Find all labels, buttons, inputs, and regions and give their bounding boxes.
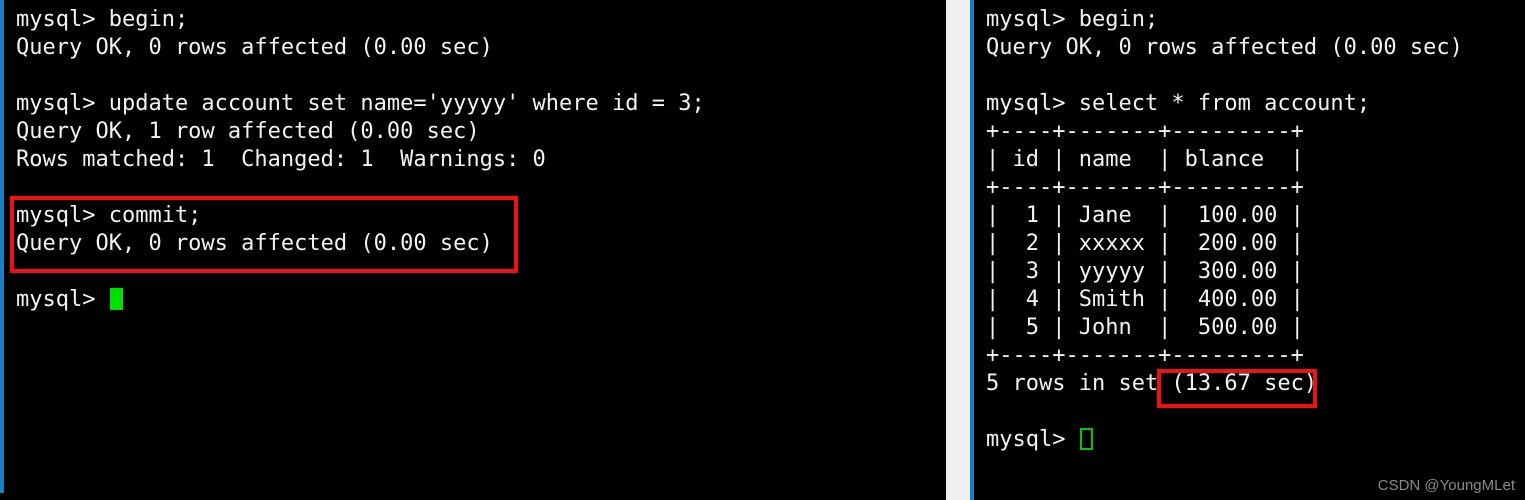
terminal-line: mysql> select * from account;: [986, 91, 1371, 116]
terminal-prompt-line-left[interactable]: mysql>: [16, 286, 946, 314]
terminal-line: Query OK, 0 rows affected (0.00 sec): [16, 35, 493, 60]
terminal-line: Query OK, 0 rows affected (0.00 sec): [16, 231, 493, 256]
terminal-line: mysql> begin;: [16, 7, 189, 32]
terminal-line: mysql> begin;: [986, 7, 1159, 32]
table-row: | 5 | John | 500.00 |: [986, 315, 1304, 340]
terminal-pane-right[interactable]: mysql> begin; Query OK, 0 rows affected …: [970, 0, 1525, 500]
terminal-output-right: mysql> begin; Query OK, 0 rows affected …: [986, 6, 1525, 500]
table-header-row: | id | name | blance |: [986, 147, 1304, 172]
query-result-summary: 5 rows in set (13.67 sec): [986, 371, 1318, 396]
table-row: | 2 | xxxxx | 200.00 |: [986, 231, 1304, 256]
table-row: | 4 | Smith | 400.00 |: [986, 287, 1304, 312]
table-separator: +----+-------+---------+: [986, 343, 1304, 368]
table-separator: +----+-------+---------+: [986, 119, 1304, 144]
table-row: | 3 | yyyyy | 300.00 |: [986, 259, 1304, 284]
watermark: CSDN @YoungMLet: [1377, 477, 1515, 494]
text-cursor-filled-icon: [109, 288, 123, 310]
terminal-prompt-right: mysql>: [986, 427, 1079, 452]
terminal-line: mysql> commit;: [16, 203, 202, 228]
terminal-line: mysql> update account set name='yyyyy' w…: [16, 91, 705, 116]
pane-divider: [946, 0, 970, 500]
table-separator: +----+-------+---------+: [986, 175, 1304, 200]
terminal-line: Query OK, 0 rows affected (0.00 sec): [986, 35, 1463, 60]
terminal-line: Rows matched: 1 Changed: 1 Warnings: 0: [16, 147, 546, 172]
text-cursor-hollow-icon: [1079, 428, 1093, 450]
terminal-line: Query OK, 1 row affected (0.00 sec): [16, 119, 480, 144]
terminal-output-left: mysql> begin; Query OK, 0 rows affected …: [16, 6, 946, 493]
terminal-pane-left[interactable]: mysql> begin; Query OK, 0 rows affected …: [0, 0, 946, 493]
table-row: | 1 | Jane | 100.00 |: [986, 203, 1304, 228]
terminal-prompt-left: mysql>: [16, 287, 109, 312]
terminal-prompt-line-right[interactable]: mysql>: [986, 426, 1525, 454]
